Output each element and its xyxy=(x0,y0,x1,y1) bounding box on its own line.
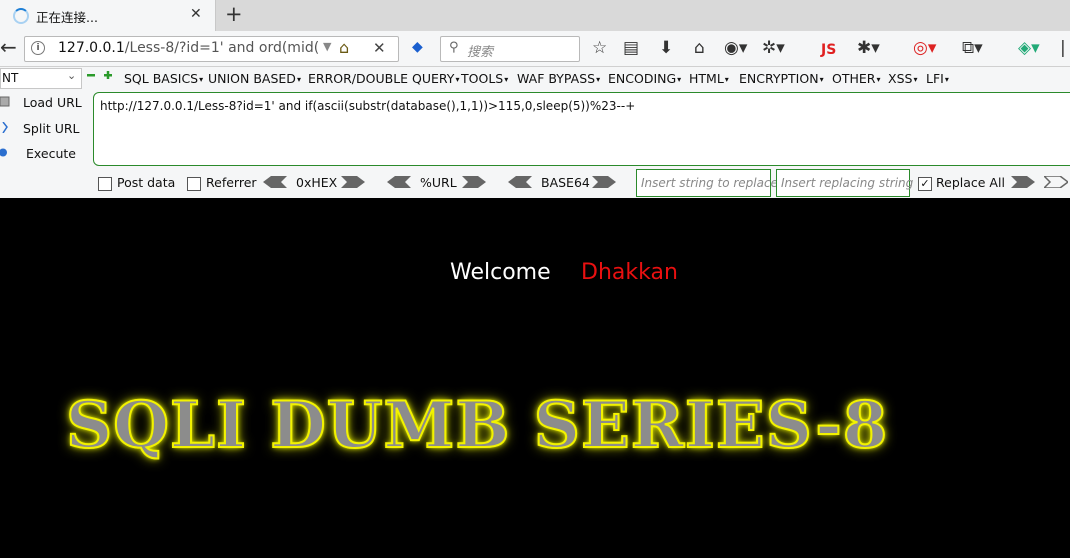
load-url-label: Load URL xyxy=(23,95,82,110)
url-text[interactable]: 127.0.0.1/Less-8/?id=1' and ord(mid((se xyxy=(58,40,320,56)
base64-decode-arrow-icon[interactable] xyxy=(508,176,532,188)
menu-waf-bypass[interactable]: WAF BYPASS xyxy=(517,71,600,86)
execute-icon xyxy=(0,148,7,157)
tab-close-icon[interactable]: ✕ xyxy=(190,6,202,22)
bug-icon[interactable]: ✱▾ xyxy=(857,37,880,59)
url-host: 127.0.0.1 xyxy=(58,40,125,56)
search-placeholder: 搜索 xyxy=(467,45,494,60)
clear-icon[interactable]: ✕ xyxy=(373,39,386,57)
replace-left-arrow-icon[interactable] xyxy=(1044,176,1068,188)
replace-all-label: Replace All xyxy=(936,175,1005,190)
minus-icon[interactable] xyxy=(86,70,96,80)
split-url-label: Split URL xyxy=(23,121,80,136)
post-data-label: Post data xyxy=(117,175,176,190)
globe-icon[interactable]: ◉▾ xyxy=(724,37,747,59)
url-encode-arrow-icon[interactable] xyxy=(462,176,486,188)
url-bar[interactable]: i 127.0.0.1/Less-8/?id=1' and ord(mid((s… xyxy=(24,36,399,62)
replacing-string-placeholder: Insert replacing string xyxy=(781,176,914,190)
home-icon[interactable]: ⌂ xyxy=(339,38,349,57)
home-icon[interactable]: ⌂ xyxy=(694,37,705,59)
library-icon[interactable]: ▤ xyxy=(623,37,639,59)
js-icon[interactable]: JS xyxy=(821,39,836,61)
plus-icon[interactable] xyxy=(103,70,113,80)
referrer-label: Referrer xyxy=(206,175,257,190)
execute-button[interactable]: Execute xyxy=(0,143,90,165)
overflow-icon[interactable]: | xyxy=(1060,37,1066,59)
hackbar-body: Load URL Split URL Execute http://127.0.… xyxy=(0,89,1070,198)
replace-right-arrow-icon[interactable] xyxy=(1011,176,1035,188)
menu-xss[interactable]: XSS xyxy=(888,71,917,86)
palette-icon[interactable]: ✲▾ xyxy=(762,37,785,59)
post-data-checkbox[interactable] xyxy=(98,177,112,191)
menu-encoding[interactable]: ENCODING xyxy=(608,71,681,86)
search-box[interactable]: ⚲ 搜索 xyxy=(440,36,580,62)
replace-all-checkbox[interactable]: ✓ xyxy=(918,177,932,191)
tab-title: 正在连接... xyxy=(36,10,98,25)
copy-icon[interactable]: ⧉▾ xyxy=(962,37,983,59)
url-dropdown-icon[interactable]: ▼ xyxy=(323,40,331,53)
int-select-value: NT xyxy=(2,71,19,85)
url-decode-arrow-icon[interactable] xyxy=(387,176,411,188)
load-url-button[interactable]: Load URL xyxy=(0,92,90,114)
base64-encode-arrow-icon[interactable] xyxy=(592,176,616,188)
series-banner: SQLI DUMB SERIES-8 xyxy=(65,387,889,464)
replace-string-placeholder: Insert string to replace xyxy=(641,176,778,190)
url-textarea-value: http://127.0.0.1/Less-8?id=1' and if(asc… xyxy=(100,99,636,113)
execute-label: Execute xyxy=(26,146,76,161)
menu-html[interactable]: HTML xyxy=(689,71,729,86)
split-url-button[interactable]: Split URL xyxy=(0,118,90,140)
navigation-bar: ← i 127.0.0.1/Less-8/?id=1' and ord(mid(… xyxy=(0,31,1070,67)
hackbar-menu: NT ⌄ SQL BASICS UNION BASED ERROR/DOUBLE… xyxy=(0,67,1070,89)
network-icon[interactable]: ◈▾ xyxy=(1018,37,1040,59)
bookmark-star-icon[interactable]: ☆ xyxy=(592,37,607,59)
hex-encode-arrow-icon[interactable] xyxy=(341,176,365,188)
info-icon[interactable]: i xyxy=(31,41,45,55)
replacing-string-input[interactable]: Insert replacing string xyxy=(776,169,914,197)
loading-spinner-icon xyxy=(13,8,29,24)
load-url-icon xyxy=(0,96,10,107)
int-select[interactable]: NT ⌄ xyxy=(0,68,82,89)
chevron-down-icon: ⌄ xyxy=(67,69,77,82)
replace-string-input[interactable]: Insert string to replace xyxy=(636,169,778,197)
url-encode-label: %URL xyxy=(420,175,457,190)
welcome-text: Welcome xyxy=(450,260,551,285)
target-icon[interactable]: ◎▾ xyxy=(913,37,936,59)
base64-label: BASE64 xyxy=(541,175,590,190)
user-name: Dhakkan xyxy=(581,260,678,285)
menu-tools[interactable]: TOOLS xyxy=(461,71,508,86)
extension-icon[interactable]: ◆ xyxy=(412,39,423,55)
referrer-checkbox[interactable] xyxy=(187,177,201,191)
browser-tab[interactable]: 正在连接... ✕ xyxy=(0,0,216,31)
menu-encryption[interactable]: ENCRYPTION xyxy=(739,71,824,86)
menu-lfi[interactable]: LFI xyxy=(926,71,949,86)
menu-error-double-query[interactable]: ERROR/DOUBLE QUERY xyxy=(308,71,459,86)
menu-union-based[interactable]: UNION BASED xyxy=(208,71,301,86)
new-tab-button[interactable]: + xyxy=(225,2,243,26)
download-icon[interactable]: ⬇ xyxy=(659,37,673,59)
split-url-icon xyxy=(2,122,8,133)
back-button[interactable]: ← xyxy=(0,36,22,60)
search-icon: ⚲ xyxy=(449,40,459,55)
url-path: /Less-8/?id=1' and ord(mid((se xyxy=(124,40,320,56)
url-textarea[interactable]: http://127.0.0.1/Less-8?id=1' and if(asc… xyxy=(93,92,1070,166)
tab-strip: 正在连接... ✕ + xyxy=(0,0,1070,31)
menu-other[interactable]: OTHER xyxy=(832,71,880,86)
hex-decode-arrow-icon[interactable] xyxy=(263,176,287,188)
hex-label: 0xHEX xyxy=(296,175,338,190)
menu-sql-basics[interactable]: SQL BASICS xyxy=(124,71,203,86)
